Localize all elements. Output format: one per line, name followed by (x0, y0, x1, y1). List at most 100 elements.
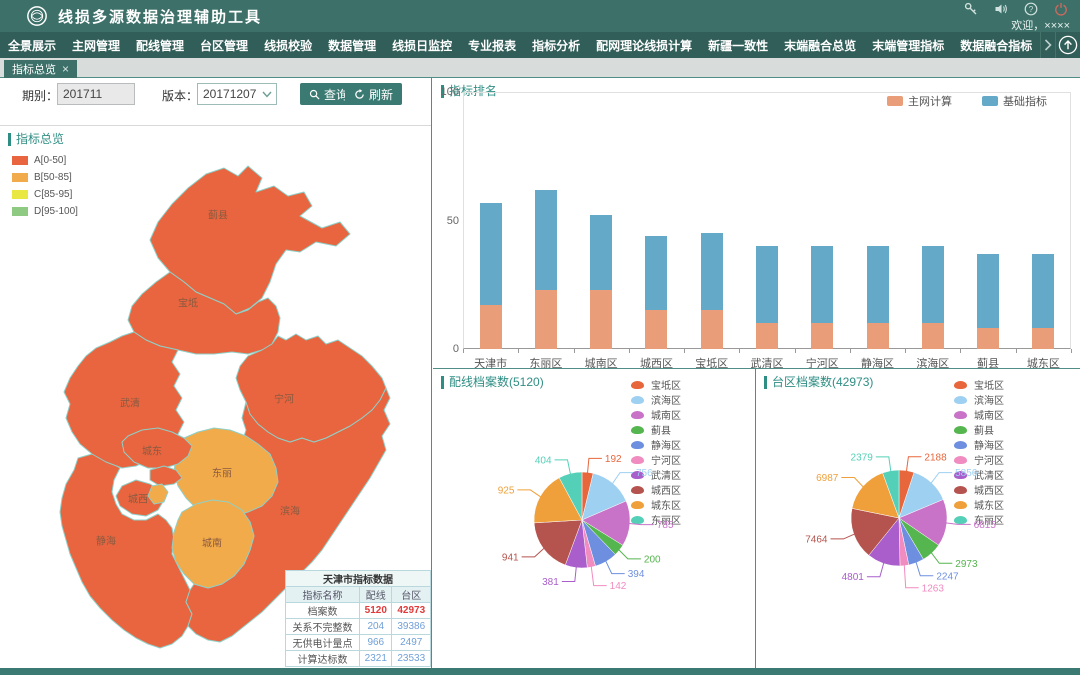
key-icon[interactable] (964, 2, 978, 16)
line-archives-pie-panel: 配线档案数(5120) 宝坻区滨海区城南区蓟县静海区宁河区武清区城西区城东区东丽… (433, 369, 756, 668)
bar-静海区-主网计算[interactable] (867, 323, 889, 349)
nav-item-8[interactable]: 专业报表 (460, 32, 524, 58)
x-axis-tick (960, 349, 961, 353)
pie-value-label: 925 (498, 485, 515, 496)
pie-value-label: 200 (644, 554, 661, 565)
y-axis-tick: 0 (435, 343, 459, 355)
table-header: 指标名称 (286, 587, 360, 603)
bar-城南区-基础指标[interactable] (590, 215, 612, 290)
nav-item-2[interactable]: 主网管理 (64, 32, 128, 58)
bar-蓟县-基础指标[interactable] (977, 254, 999, 329)
x-axis-label: 滨海区 (916, 355, 949, 369)
refresh-button-label: 刷新 (369, 86, 393, 103)
pie-value-label: 4801 (842, 572, 865, 583)
version-select[interactable]: 20171207 (197, 83, 277, 105)
pie-value-label: 2379 (851, 452, 874, 463)
x-axis-tick (739, 349, 740, 353)
pie-value-label: 5856 (955, 468, 978, 479)
pie-label-line (841, 478, 864, 488)
right-area: 指标排名 主网计算基础指标 050100天津市东丽区城南区城西区宝坻区武清区宁河… (433, 78, 1080, 668)
version-label: 版本： (162, 87, 198, 104)
nav-item-12[interactable]: 末端融合总览 (776, 32, 864, 58)
bar-武清区-基础指标[interactable] (756, 246, 778, 323)
nav-item-1[interactable]: 全景展示 (0, 32, 64, 58)
bar-天津市-基础指标[interactable] (480, 203, 502, 306)
bar-东丽区-基础指标[interactable] (535, 190, 557, 290)
nav-item-13[interactable]: 末端管理指标 (864, 32, 952, 58)
bar-城南区-主网计算[interactable] (590, 290, 612, 349)
bar-宝坻区-主网计算[interactable] (701, 310, 723, 349)
search-icon (309, 89, 320, 100)
help-icon[interactable]: ? (1024, 2, 1038, 16)
nav-item-9[interactable]: 指标分析 (524, 32, 588, 58)
period-input[interactable] (57, 83, 135, 105)
table-row: 档案数512042973 (286, 603, 431, 619)
nav-item-7[interactable]: 线损日监控 (384, 32, 460, 58)
bar-武清区-主网计算[interactable] (756, 323, 778, 349)
x-axis-label: 城南区 (585, 355, 618, 369)
main-nav: 全景展示主网管理配线管理台区管理线损校验数据管理线损日监控专业报表指标分析配网理… (0, 32, 1080, 58)
pie-value-label: 2973 (955, 559, 978, 570)
city-indicator-table: 天津市指标数据指标名称配线台区档案数512042973关系不完整数2043938… (285, 570, 431, 667)
pie-label-line (931, 552, 953, 564)
area-archives-pie-panel: 台区档案数(42973) 宝坻区滨海区城南区蓟县静海区宁河区武清区城西区城东区东… (756, 369, 1080, 668)
tab-close-icon[interactable]: × (62, 62, 69, 76)
main-content: 期别： 版本： 20171207 查询 (0, 78, 1080, 668)
nav-more-button[interactable] (1040, 32, 1055, 58)
pie-label-line (628, 523, 654, 524)
sound-icon[interactable] (994, 2, 1008, 16)
x-axis-label: 天津市 (474, 355, 507, 369)
pie-value-label: 2188 (924, 452, 947, 463)
pie-value-label: 785 (657, 520, 674, 531)
bar-城西区-基础指标[interactable] (645, 236, 667, 311)
x-axis-tick (574, 349, 575, 353)
pie-label-line (618, 549, 641, 559)
x-axis-label: 东丽区 (529, 355, 562, 369)
power-icon[interactable] (1054, 2, 1068, 16)
nav-item-11[interactable]: 新疆一致性 (700, 32, 776, 58)
pie-label-line (605, 560, 625, 574)
pie-value-label: 2247 (936, 571, 959, 582)
x-axis-label: 蓟县 (977, 355, 999, 369)
nav-item-3[interactable]: 配线管理 (128, 32, 192, 58)
bar-静海区-基础指标[interactable] (867, 246, 889, 323)
pie-label-line (906, 457, 921, 473)
bar-宝坻区-基础指标[interactable] (701, 233, 723, 310)
bar-滨海区-主网计算[interactable] (922, 323, 944, 349)
x-axis-label: 武清区 (751, 355, 784, 369)
x-axis-label: 静海区 (861, 355, 894, 369)
bar-天津市-主网计算[interactable] (480, 305, 502, 349)
nav-item-6[interactable]: 数据管理 (320, 32, 384, 58)
app-logo-icon (26, 5, 48, 27)
bar-宁河区-基础指标[interactable] (811, 246, 833, 323)
bar-滨海区-基础指标[interactable] (922, 246, 944, 323)
bar-城西区-主网计算[interactable] (645, 310, 667, 349)
bar-蓟县-主网计算[interactable] (977, 328, 999, 349)
bar-chart: 050100天津市东丽区城南区城西区宝坻区武清区宁河区静海区滨海区蓟县城东区 (433, 78, 1080, 369)
app-window: 线损多源数据治理辅助工具 ? 欢 (0, 0, 1080, 675)
x-axis-tick (1071, 349, 1072, 353)
pie-label-line (612, 473, 633, 485)
nav-item-4[interactable]: 台区管理 (192, 32, 256, 58)
nav-item-10[interactable]: 配网理论线损计算 (588, 32, 700, 58)
y-axis-tick: 50 (435, 215, 459, 227)
nav-item-14[interactable]: 数据融合指标 (952, 32, 1040, 58)
x-axis-tick (850, 349, 851, 353)
app-title: 线损多源数据治理辅助工具 (58, 6, 262, 27)
bar-东丽区-主网计算[interactable] (535, 290, 557, 349)
map-section: 指标总览 A[0-50]B[50-85]C[85-95]D[95-100] (0, 126, 432, 668)
y-axis-tick: 100 (435, 86, 459, 98)
pie-value-label: 192 (605, 454, 622, 465)
bar-宁河区-主网计算[interactable] (811, 323, 833, 349)
tab-indicator-overview[interactable]: 指标总览 × (4, 60, 77, 78)
x-axis-tick (518, 349, 519, 353)
nav-item-5[interactable]: 线损校验 (256, 32, 320, 58)
bar-城东区-主网计算[interactable] (1032, 328, 1054, 349)
pie-value-label: 381 (542, 577, 559, 588)
back-to-top-button[interactable] (1055, 32, 1080, 58)
left-panel: 期别： 版本： 20171207 查询 (0, 78, 432, 668)
x-axis-tick (905, 349, 906, 353)
refresh-button[interactable]: 刷新 (345, 83, 402, 105)
bar-城东区-基础指标[interactable] (1032, 254, 1054, 329)
pie-row: 配线档案数(5120) 宝坻区滨海区城南区蓟县静海区宁河区武清区城西区城东区东丽… (433, 369, 1080, 668)
